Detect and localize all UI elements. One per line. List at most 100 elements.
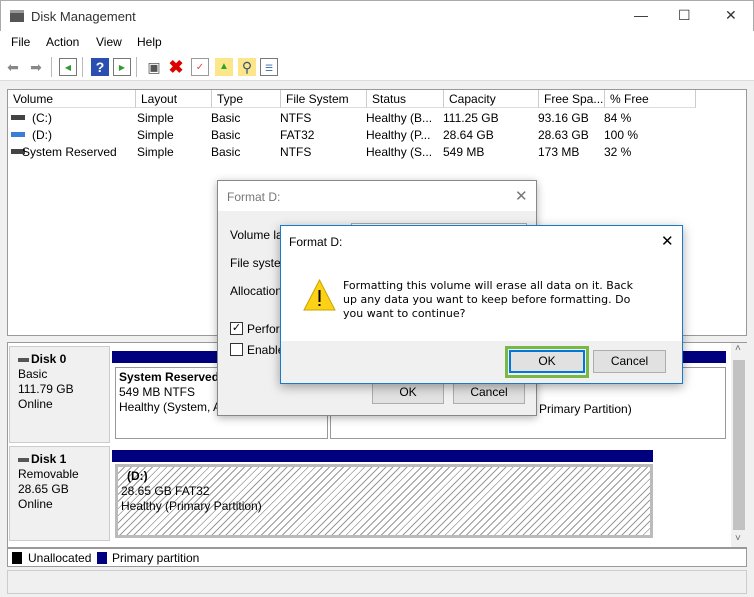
format-dialog-title: Format D: <box>227 190 281 204</box>
partition-status: Healthy (Primary Partition) <box>121 499 262 513</box>
table-cell: 28.64 GB <box>443 128 494 142</box>
unallocated-swatch <box>12 552 22 564</box>
table-cell: Basic <box>211 128 241 142</box>
column-volume[interactable]: Volume <box>8 90 136 108</box>
title-bar: Disk Management — ☐ ✕ <box>0 0 754 31</box>
legend: Unallocated Primary partition <box>7 548 747 567</box>
table-cell: Healthy (P... <box>366 128 431 142</box>
confirm-button-bar: OK Cancel <box>281 341 682 383</box>
scrollbar[interactable]: ˄ ˅ <box>731 343 747 547</box>
compression-checkbox[interactable] <box>230 343 243 356</box>
action-pane-icon[interactable]: ▶ <box>113 58 131 76</box>
table-cell: FAT32 <box>280 128 315 142</box>
table-cell: 100 % <box>604 128 639 142</box>
menu-action[interactable]: Action <box>46 35 79 49</box>
partition-detail: 28.65 GB FAT32 <box>121 484 210 498</box>
table-cell: Simple <box>137 128 174 142</box>
table-cell: 173 MB <box>538 145 580 159</box>
legend-unallocated: Unallocated <box>28 551 92 565</box>
column-status[interactable]: Status <box>367 90 444 108</box>
disk-1-label[interactable]: Disk 1 Removable 28.65 GB Online <box>9 446 110 541</box>
explore-icon[interactable]: ⚲ <box>238 58 256 76</box>
confirm-message: Formatting this volume will erase all da… <box>343 279 633 320</box>
table-cell: NTFS <box>280 145 312 159</box>
disk-icon <box>18 457 29 462</box>
column-type[interactable]: Type <box>212 90 281 108</box>
legend-primary: Primary partition <box>112 551 200 565</box>
disk-state: Online <box>18 397 53 411</box>
table-cell: 549 MB <box>443 145 485 159</box>
table-cell: NTFS <box>280 111 312 125</box>
table-cell: (C:) <box>32 111 52 125</box>
table-cell: 32 % <box>604 145 632 159</box>
format-cancel-button[interactable]: Cancel <box>453 381 525 404</box>
confirm-dialog-title: Format D: <box>289 235 343 249</box>
scrollbar-thumb[interactable] <box>733 360 745 530</box>
menu-view[interactable]: View <box>96 35 122 49</box>
confirm-ok-button[interactable]: OK <box>509 350 585 373</box>
partition-name: (D:) <box>127 469 148 483</box>
back-icon[interactable]: ⬅ <box>4 58 22 76</box>
table-cell: Basic <box>211 145 241 159</box>
status-bar <box>7 570 747 594</box>
table-row[interactable]: (D:) Simple Basic FAT32 Healthy (P... 28.64 G… <box>8 126 746 143</box>
minimize-button[interactable]: — <box>634 7 648 23</box>
disk-icon <box>18 357 29 362</box>
table-cell: Basic <box>211 111 241 125</box>
disk-size: 111.79 GB <box>18 382 74 396</box>
column-percent-free[interactable]: % Free <box>605 90 696 108</box>
table-cell: 111.25 GB <box>443 111 499 125</box>
table-cell: System Reserved <box>22 145 117 159</box>
menu-file[interactable]: File <box>11 35 30 49</box>
disk-name: Disk 1 <box>31 452 67 466</box>
table-cell: 84 % <box>604 111 632 125</box>
open-icon[interactable]: ▲ <box>215 58 233 76</box>
console-tree-icon[interactable]: ◀ <box>59 58 77 76</box>
connect-disk-icon[interactable]: ▣ <box>145 58 163 76</box>
disk-state: Online <box>18 497 53 511</box>
settings-icon[interactable]: ☰ <box>260 58 278 76</box>
table-cell: Simple <box>137 111 174 125</box>
column-file-system[interactable]: File System <box>281 90 367 108</box>
menu-help[interactable]: Help <box>137 35 162 49</box>
partition-d[interactable]: (D:) 28.65 GB FAT32 Healthy (Primary Par… <box>115 464 653 538</box>
table-cell: Healthy (S... <box>366 145 433 159</box>
confirm-dialog: Format D: ✕ Formatting this volume will … <box>280 225 683 384</box>
delete-icon[interactable]: ✖ <box>167 58 185 76</box>
column-free-space[interactable]: Free Spa... <box>539 90 605 108</box>
disk-type: Removable <box>18 467 79 481</box>
table-cell: (D:) <box>32 128 52 142</box>
column-capacity[interactable]: Capacity <box>444 90 539 108</box>
removable-volume-icon <box>11 132 25 137</box>
table-row[interactable]: (C:) Simple Basic NTFS Healthy (B... 111.25 G… <box>8 109 746 126</box>
disk-name: Disk 0 <box>31 352 67 366</box>
quick-format-checkbox[interactable]: ✓ <box>230 322 243 335</box>
close-button[interactable]: ✕ <box>725 7 737 24</box>
disk-1-bar <box>112 450 653 462</box>
primary-swatch <box>97 552 107 564</box>
table-cell: Healthy (B... <box>366 111 433 125</box>
properties-icon[interactable]: ✓ <box>191 58 209 76</box>
column-layout[interactable]: Layout <box>136 90 212 108</box>
table-cell: 28.63 GB <box>538 128 589 142</box>
disk-0-label[interactable]: Disk 0 Basic 111.79 GB Online <box>9 346 110 443</box>
disk-type: Basic <box>18 367 48 381</box>
confirm-cancel-button[interactable]: Cancel <box>593 350 666 373</box>
compression-label: Enable <box>247 343 285 357</box>
confirm-dialog-close[interactable]: ✕ <box>661 232 674 250</box>
maximize-button[interactable]: ☐ <box>678 7 691 24</box>
forward-icon[interactable]: ➡ <box>27 58 45 76</box>
table-row[interactable]: System Reserved Simple Basic NTFS Healthy (S… <box>8 143 746 160</box>
window-title: Disk Management <box>31 9 136 24</box>
format-dialog-close[interactable]: ✕ <box>515 187 528 205</box>
help-icon[interactable]: ? <box>91 58 109 76</box>
menu-bar: File Action View Help <box>0 31 754 53</box>
table-cell: 93.16 GB <box>538 111 589 125</box>
warning-icon <box>303 279 336 311</box>
disk-management-icon <box>10 10 24 22</box>
volume-icon <box>11 115 25 120</box>
format-ok-button[interactable]: OK <box>372 381 444 404</box>
table-cell: Simple <box>137 145 174 159</box>
toolbar: ⬅ ➡ ◀ ? ▶ ▣ ✖ ✓ ▲ ⚲ ☰ <box>0 53 754 81</box>
disk-size: 28.65 GB <box>18 482 69 496</box>
